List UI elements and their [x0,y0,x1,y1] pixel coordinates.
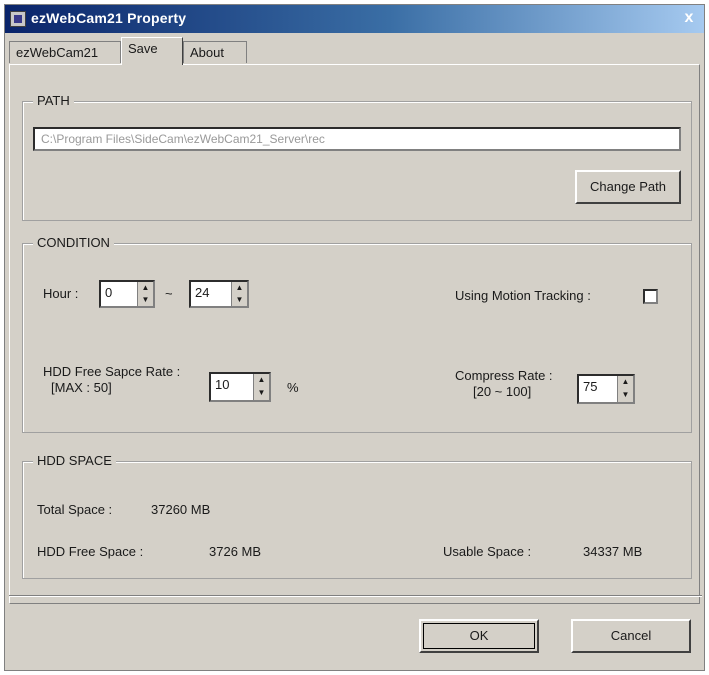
change-path-button[interactable]: Change Path [575,170,681,204]
spinner-arrows-icon[interactable]: ▲ ▼ [137,282,153,306]
footer-divider [9,595,702,597]
hdd-space-group: HDD SPACE Total Space : 37260 MB HDD Fre… [22,453,692,579]
property-dialog: ezWebCam21 Property x ezWebCam21 Save Ab… [4,4,705,671]
spinner-arrows-icon[interactable]: ▲ ▼ [617,376,633,402]
tab-save[interactable]: Save [121,37,183,65]
compress-rate-range: [20 ~ 100] [473,384,532,399]
hour-range-dash: ~ [165,286,173,301]
close-icon[interactable]: x [680,9,698,27]
spinner-arrows-icon[interactable]: ▲ ▼ [231,282,247,306]
path-field[interactable]: C:\Program Files\SideCam\ezWebCam21_Serv… [33,127,681,151]
hdd-free-rate-value: 10 [215,377,230,392]
total-space-value: 37260 MB [151,502,211,517]
app-icon [10,11,26,27]
path-group-label: PATH [33,93,74,108]
hour-label: Hour : [43,286,79,301]
ok-button[interactable]: OK [419,619,539,653]
path-group: PATH C:\Program Files\SideCam\ezWebCam21… [22,93,692,221]
hour-to-spinner[interactable]: 24 ▲ ▼ [189,280,249,308]
usable-space-label: Usable Space : [443,544,532,559]
condition-group-label: CONDITION [33,235,114,250]
compress-rate-label: Compress Rate : [455,368,553,383]
title-bar[interactable]: ezWebCam21 Property x [5,5,704,33]
condition-group: CONDITION Hour : 0 ▲ ▼ ~ 24 ▲ ▼ Using Moti… [22,235,692,433]
hdd-free-space-label: HDD Free Space : [37,544,144,559]
hdd-free-rate-spinner[interactable]: 10 ▲ ▼ [209,372,271,402]
motion-tracking-checkbox[interactable] [643,289,658,304]
tab-about[interactable]: About [183,41,247,63]
hdd-free-rate-max: [MAX : 50] [51,380,112,395]
hour-from-spinner[interactable]: 0 ▲ ▼ [99,280,155,308]
total-space-label: Total Space : [37,502,113,517]
motion-tracking-label: Using Motion Tracking : [455,288,591,303]
hdd-free-rate-label: HDD Free Sapce Rate : [43,364,181,379]
hdd-space-group-label: HDD SPACE [33,453,116,468]
cancel-button[interactable]: Cancel [571,619,691,653]
hour-to-value: 24 [195,285,210,300]
compress-rate-value: 75 [583,379,598,394]
compress-rate-spinner[interactable]: 75 ▲ ▼ [577,374,635,404]
window-title: ezWebCam21 Property [31,10,187,26]
hdd-free-space-value: 3726 MB [209,544,262,559]
hdd-free-rate-unit: % [287,380,299,395]
hour-from-value: 0 [105,285,113,300]
spinner-arrows-icon[interactable]: ▲ ▼ [253,374,269,400]
tab-ezwebcam21[interactable]: ezWebCam21 [9,41,121,63]
tab-panel-save: PATH C:\Program Files\SideCam\ezWebCam21… [9,64,700,604]
usable-space-value: 34337 MB [583,544,643,559]
